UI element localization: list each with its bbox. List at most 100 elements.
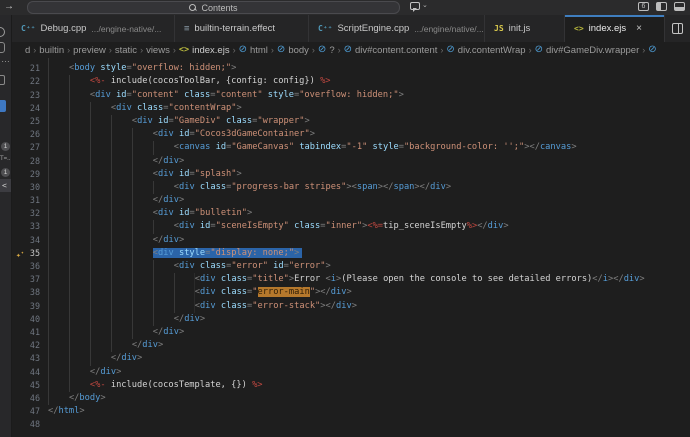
code-token: %>	[467, 221, 477, 231]
breadcrumb-item[interactable]: ⊘?	[318, 45, 335, 56]
code-line[interactable]: 29<div id="splash">	[12, 168, 690, 181]
code-editor[interactable]: 20</head>21<body style="overflow: hidden…	[12, 58, 690, 437]
code-token: id	[216, 142, 226, 152]
breadcrumb-item[interactable]: builtin	[39, 45, 64, 56]
code-line[interactable]: 33<div id="sceneIsEmpty" class="inner"><…	[12, 220, 690, 233]
code-token: </	[326, 301, 336, 311]
code-token: include(cocosToolBar, {config: config})	[106, 76, 320, 86]
tab-bar: C⁺⁺Debug.cpp.../engine-native/...≡builti…	[12, 15, 690, 42]
tab-index.ejs[interactable]: <>index.ejs×	[565, 15, 665, 42]
code-line[interactable]: 21<body style="overflow: hidden;">	[12, 62, 690, 75]
code-token: canvas	[179, 142, 210, 152]
code-token: div	[137, 116, 153, 126]
tab-init.js[interactable]: JSinit.js	[485, 15, 565, 42]
code-line[interactable]: 41</div>	[12, 326, 690, 339]
breadcrumb-item[interactable]: preview	[73, 45, 106, 56]
breadcrumb-item[interactable]: ⊘div#content.content	[344, 45, 438, 56]
code-token: div	[624, 274, 640, 284]
code-line[interactable]: 23<div id="content" class="content" styl…	[12, 89, 690, 102]
code-line[interactable]: 38<div class="error-main"></div>	[12, 286, 690, 299]
code-text: </div>	[48, 366, 121, 379]
code-token: div	[200, 301, 216, 311]
code-token: style	[179, 248, 205, 258]
breadcrumb-label: views	[146, 45, 170, 56]
sidebar-selected-item[interactable]: <	[0, 179, 11, 192]
code-line[interactable]: 36<div class="error" id="error">	[12, 260, 690, 273]
breadcrumb-item[interactable]: static	[115, 45, 137, 56]
close-icon[interactable]: ×	[636, 23, 642, 34]
code-token: "wrapper"	[257, 116, 304, 126]
breadcrumb-item[interactable]: ⊘div#GameDiv.wrapper	[535, 45, 640, 56]
breadcrumb-item[interactable]: d	[25, 45, 30, 56]
tab-Debug.cpp[interactable]: C⁺⁺Debug.cpp.../engine-native/...	[12, 15, 175, 42]
code-line[interactable]: 42</div>	[12, 339, 690, 352]
sidebar-blue-file-icon[interactable]	[0, 100, 6, 112]
code-line[interactable]: 31</div>	[12, 194, 690, 207]
code-token: >	[179, 235, 184, 245]
code-line[interactable]: 48	[12, 418, 690, 431]
symbol-field-icon: ⊘	[344, 45, 352, 55]
breadcrumb-item[interactable]: ⊘	[648, 45, 656, 55]
breadcrumb-label: div#content.content	[355, 45, 437, 56]
toggle-panel-icon[interactable]	[674, 2, 685, 11]
code-text: <div class="title">Error <i>(Please open…	[48, 273, 645, 286]
code-token: div	[430, 182, 446, 192]
chevron-down-icon[interactable]: ⌄	[422, 2, 428, 10]
sidebar-ellipsis[interactable]: …	[1, 55, 10, 63]
toggle-sidebar-icon[interactable]	[656, 2, 667, 11]
layout-grid-icon[interactable]: 6	[638, 2, 649, 11]
breadcrumb-item[interactable]: ⊘div.contentWrap	[446, 45, 525, 56]
code-line[interactable]: 26<div id="Cocos3dGameContainer">	[12, 128, 690, 141]
code-token: span	[357, 182, 378, 192]
chat-control[interactable]: ⌄	[410, 2, 428, 10]
code-token: div	[100, 367, 116, 377]
code-text: <div id="sceneIsEmpty" class="inner"><%=…	[48, 220, 509, 233]
code-line[interactable]: 43</div>	[12, 352, 690, 365]
code-line[interactable]: 32<div id="bulletin">	[12, 207, 690, 220]
code-token: div	[121, 353, 137, 363]
code-token: >	[100, 58, 105, 60]
code-token: "error"	[289, 261, 326, 271]
line-number: 30	[12, 181, 40, 194]
indent-guides	[48, 115, 132, 128]
code-line[interactable]: 35✦✦<div style="display: none;">	[12, 247, 690, 260]
breadcrumb-item[interactable]: ⊘body	[277, 45, 309, 56]
code-token: class	[294, 221, 320, 231]
code-line[interactable]: 25<div id="GameDiv" class="wrapper">	[12, 115, 690, 128]
code-line[interactable]: 46</body>	[12, 392, 690, 405]
split-editor-icon[interactable]	[672, 23, 683, 34]
code-line[interactable]: 22<%- include(cocosToolBar, {config: con…	[12, 75, 690, 88]
breadcrumb-item[interactable]: views	[146, 45, 170, 56]
ejs-file-icon: <>	[574, 24, 584, 33]
command-center-search[interactable]: Contents	[27, 1, 400, 14]
chat-bubble-icon[interactable]	[410, 2, 420, 10]
code-line[interactable]: 47</html>	[12, 405, 690, 418]
sidebar-rounded-icon[interactable]	[0, 42, 5, 53]
code-line[interactable]: 45<%- include(cocosTemplate, {}) %>	[12, 379, 690, 392]
line-number: 26	[12, 128, 40, 141]
breadcrumb-item[interactable]: <>index.ejs	[179, 45, 230, 56]
breadcrumb-item[interactable]: ⊘html	[239, 45, 268, 56]
code-line[interactable]: 28</div>	[12, 155, 690, 168]
line-number: 29	[12, 168, 40, 181]
code-token: "progress-bar stripes"	[231, 182, 346, 192]
symbol-field-icon: ⊘	[535, 45, 543, 55]
code-token: >	[158, 340, 163, 350]
find-match-highlight: error-main	[258, 287, 310, 297]
search-text: Contents	[201, 3, 237, 13]
code-line[interactable]: 30<div class="progress-bar stripes"><spa…	[12, 181, 690, 194]
forward-arrow-icon[interactable]: →	[4, 1, 14, 12]
sidebar-square-icon[interactable]	[0, 75, 5, 85]
code-line[interactable]: 34</div>	[12, 234, 690, 247]
sidebar-circle-icon[interactable]	[0, 27, 5, 37]
code-line[interactable]: 39<div class="error-stack"></div>	[12, 300, 690, 313]
code-line[interactable]: 44</div>	[12, 366, 690, 379]
code-line[interactable]: 37<div class="title">Error <i>(Please op…	[12, 273, 690, 286]
line-number: 45	[12, 379, 40, 392]
code-line[interactable]: 24<div class="contentWrap">	[12, 102, 690, 115]
tab-builtin-terrain.effect[interactable]: ≡builtin-terrain.effect	[175, 15, 309, 42]
code-line[interactable]: 40</div>	[12, 313, 690, 326]
code-token: class	[221, 301, 247, 311]
code-line[interactable]: 27<canvas id="GameCanvas" tabindex="-1" …	[12, 141, 690, 154]
tab-ScriptEngine.cpp[interactable]: C⁺⁺ScriptEngine.cpp.../engine/native/...	[309, 15, 485, 42]
